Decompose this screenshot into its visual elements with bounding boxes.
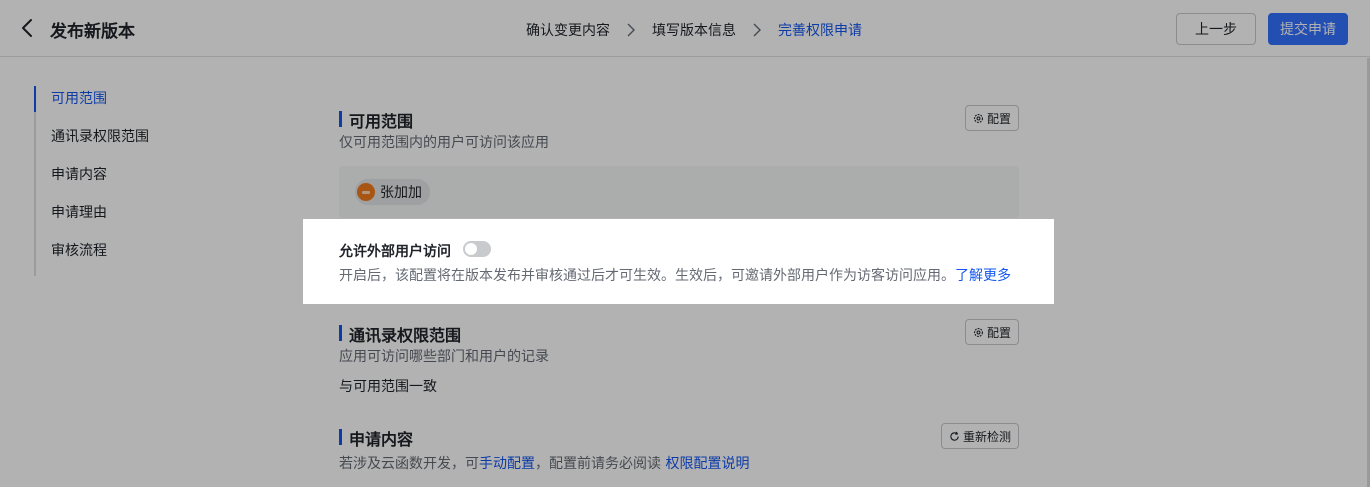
recheck-button-label: 重新检测 xyxy=(962,429,1011,444)
learn-more-link[interactable]: 了解更多 xyxy=(955,268,1011,284)
refresh-icon xyxy=(950,431,959,441)
gear-icon xyxy=(973,113,983,123)
section-title-contacts-scope: 通讯录权限范围 xyxy=(339,322,461,346)
toggle-knob xyxy=(465,243,477,255)
permission-doc-link[interactable]: 权限配置说明 xyxy=(665,456,749,472)
step-breadcrumb: 确认变更内容 填写版本信息 完善权限申请 xyxy=(526,20,862,40)
nav-item-contacts-scope[interactable]: 通讯录权限范围 xyxy=(36,124,236,162)
request-desc-prefix: 若涉及云函数开发，可 xyxy=(339,456,479,472)
external-access-label: 允许外部用户访问 xyxy=(339,244,451,260)
gear-icon xyxy=(973,327,983,337)
nav-item-availability[interactable]: 可用范围 xyxy=(34,86,236,124)
member-name: 张加加 xyxy=(380,185,422,201)
avatar xyxy=(357,183,375,201)
submit-request-button[interactable]: 提交申请 xyxy=(1268,13,1348,45)
chevron-right-icon xyxy=(627,23,635,37)
section-title-request-content: 申请内容 xyxy=(339,426,413,450)
availability-config-button[interactable]: 配置 xyxy=(965,105,1019,131)
nav-item-request-content[interactable]: 申请内容 xyxy=(36,162,236,200)
availability-description: 仅可用范围内的用户可访问该应用 xyxy=(339,135,549,151)
contacts-description: 应用可访问哪些部门和用户的记录 xyxy=(339,349,549,365)
external-desc-text: 开启后，该配置将在版本发布并审核通过后才可生效。生效后，可邀请外部用户作为访客访… xyxy=(339,268,955,284)
recheck-button[interactable]: 重新检测 xyxy=(941,423,1019,449)
previous-step-button[interactable]: 上一步 xyxy=(1176,13,1256,45)
external-access-highlight: 允许外部用户访问 开启后，该配置将在版本发布并审核通过后才可生效。生效后，可邀请… xyxy=(303,219,1054,304)
availability-member-box: 张加加 xyxy=(339,166,1019,218)
step-version-info: 填写版本信息 xyxy=(652,23,736,39)
member-chip[interactable]: 张加加 xyxy=(355,179,430,205)
contacts-scope-value: 与可用范围一致 xyxy=(339,379,437,395)
back-arrow-icon[interactable] xyxy=(18,17,38,39)
nav-item-review-flow[interactable]: 审核流程 xyxy=(36,238,236,276)
external-access-toggle[interactable] xyxy=(463,241,491,257)
contacts-config-button[interactable]: 配置 xyxy=(965,319,1019,345)
section-nav: 可用范围 通讯录权限范围 申请内容 申请理由 审核流程 xyxy=(34,86,236,276)
section-title-availability: 可用范围 xyxy=(339,108,413,132)
config-button-label: 配置 xyxy=(986,111,1011,126)
step-permission-request: 完善权限申请 xyxy=(778,23,862,39)
config-button-label: 配置 xyxy=(986,325,1011,340)
step-confirm-changes: 确认变更内容 xyxy=(526,23,610,39)
nav-item-request-reason[interactable]: 申请理由 xyxy=(36,200,236,238)
request-desc-middle: ，配置前请务必阅读 xyxy=(535,456,661,472)
external-access-description: 开启后，该配置将在版本发布并审核通过后才可生效。生效后，可邀请外部用户作为访客访… xyxy=(339,265,1011,285)
top-bar: 发布新版本 确认变更内容 填写版本信息 完善权限申请 上一步 提交申请 xyxy=(0,0,1370,57)
request-description: 若涉及云函数开发，可手动配置，配置前请务必阅读 权限配置说明 xyxy=(339,453,749,473)
manual-config-link[interactable]: 手动配置 xyxy=(479,456,535,472)
page-title: 发布新版本 xyxy=(50,22,135,42)
chevron-right-icon xyxy=(753,23,761,37)
